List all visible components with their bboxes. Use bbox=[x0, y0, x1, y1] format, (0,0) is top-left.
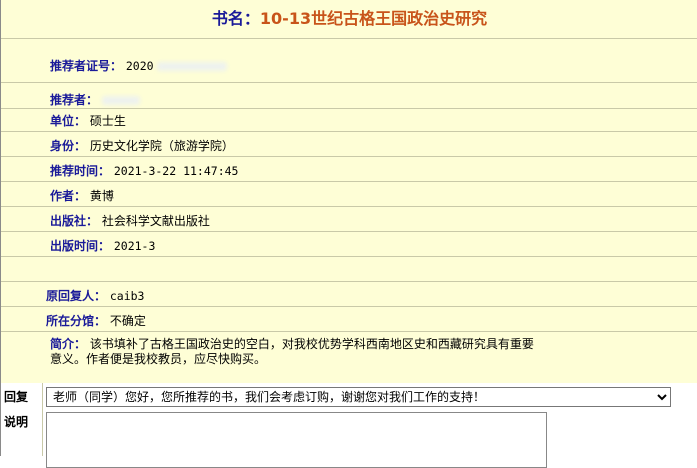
publisher-label: 出版社： bbox=[50, 214, 99, 228]
author-value: 黄博 bbox=[89, 189, 114, 203]
author-row: 作者： 黄博 bbox=[50, 187, 697, 204]
redacted-name bbox=[101, 96, 140, 105]
pub-date-row: 出版时间： 2021-3 bbox=[50, 237, 697, 254]
intro-label: 简介： bbox=[50, 337, 87, 351]
note-label: 说明 bbox=[4, 415, 29, 429]
divider bbox=[1, 38, 697, 39]
pub-date-value: 2021-3 bbox=[113, 239, 156, 253]
divider bbox=[1, 181, 697, 182]
recommend-time-row: 推荐时间： 2021-3-22 11:47:45 bbox=[50, 162, 697, 179]
publisher-row: 出版社： 社会科学文献出版社 bbox=[50, 212, 697, 229]
unit-row: 单位： 硕士生 bbox=[50, 112, 697, 129]
divider bbox=[1, 306, 697, 307]
note-textarea[interactable] bbox=[46, 412, 547, 468]
branch-label: 所在分馆： bbox=[46, 314, 107, 328]
reply-select[interactable]: 老师（同学）您好，您所推荐的书，我们会考虑订购，谢谢您对我们工作的支持！ bbox=[46, 387, 671, 407]
divider bbox=[42, 383, 43, 456]
reply-panel: 回复 老师（同学）您好，您所推荐的书，我们会考虑订购，谢谢您对我们工作的支持！ … bbox=[1, 383, 697, 468]
unit-label: 单位： bbox=[50, 114, 87, 128]
identity-value: 历史文化学院（旅游学院） bbox=[89, 139, 234, 153]
book-title-prefix: 书名： bbox=[211, 9, 260, 28]
divider bbox=[1, 156, 697, 157]
recommender-label: 推荐者： bbox=[50, 93, 99, 107]
branch-row: 所在分馆： 不确定 bbox=[46, 312, 697, 329]
divider bbox=[1, 82, 697, 83]
book-title-name: 10-13世纪古格王国政治史研究 bbox=[259, 9, 488, 28]
unit-value: 硕士生 bbox=[89, 114, 126, 128]
intro-text-line2: 意义。作者便是我校教员，应尽快购买。 bbox=[50, 352, 267, 366]
book-title: 书名：10-13世纪古格王国政治史研究 bbox=[1, 5, 697, 29]
recommendation-detail-page: 书名：10-13世纪古格王国政治史研究 推荐者证号： 2020 推荐者： 单位：… bbox=[0, 0, 697, 468]
intro-text-line1: 该书填补了古格王国政治史的空白，对我校优势学科西南地区史和西藏研究具有重要 bbox=[89, 337, 534, 351]
recommend-time-label: 推荐时间： bbox=[50, 164, 111, 178]
redacted-id bbox=[157, 62, 228, 71]
recommend-time-value: 2021-3-22 11:47:45 bbox=[113, 164, 239, 178]
original-replier-value: caib3 bbox=[109, 289, 145, 303]
recommender-row: 推荐者： bbox=[50, 91, 697, 108]
recommender-id-value: 2020 bbox=[125, 59, 154, 73]
branch-value: 不确定 bbox=[109, 314, 146, 328]
intro-row: 简介： 该书填补了古格王国政治史的空白，对我校优势学科西南地区史和西藏研究具有重… bbox=[50, 337, 697, 367]
divider bbox=[1, 231, 697, 232]
divider bbox=[1, 256, 697, 257]
recommender-id-row: 推荐者证号： 2020 bbox=[50, 57, 697, 74]
divider bbox=[1, 281, 697, 282]
divider bbox=[1, 331, 697, 332]
publisher-value: 社会科学文献出版社 bbox=[101, 214, 210, 228]
reply-label: 回复 bbox=[4, 390, 29, 404]
original-replier-row: 原回复人： caib3 bbox=[46, 287, 697, 304]
identity-label: 身份： bbox=[50, 139, 87, 153]
recommender-id-label: 推荐者证号： bbox=[50, 59, 123, 73]
author-label: 作者： bbox=[50, 189, 87, 203]
identity-row: 身份： 历史文化学院（旅游学院） bbox=[50, 137, 697, 154]
pub-date-label: 出版时间： bbox=[50, 239, 111, 253]
divider bbox=[1, 206, 697, 207]
divider bbox=[1, 131, 697, 132]
original-replier-label: 原回复人： bbox=[46, 289, 107, 303]
divider bbox=[1, 108, 697, 109]
